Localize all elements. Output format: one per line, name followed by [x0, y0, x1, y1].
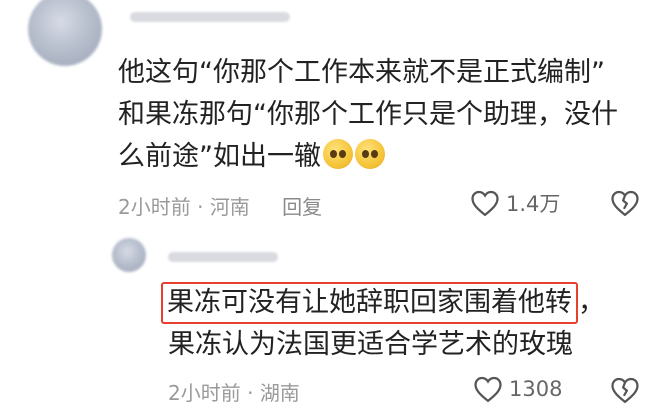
highlighted-text-box: 果冻可没有让她辞职回家围着他转: [161, 282, 578, 324]
reply-avatar[interactable]: [112, 238, 146, 272]
comment-line-tail: ，: [578, 287, 605, 318]
comment-meta: 2小时前 · 河南 回复: [118, 191, 322, 220]
pleading-face-emoji-icon: [323, 139, 353, 169]
heart-outline-icon: [474, 376, 502, 403]
pleading-face-emoji-icon: [355, 139, 385, 169]
reply-comment-text: 果冻可没有让她辞职回家围着他转， 果冻认为法国更适合学艺术的玫瑰: [161, 282, 605, 366]
meta-separator: ·: [190, 195, 210, 219]
like-count: 1308: [509, 377, 563, 401]
like-count: 1.4万: [506, 192, 561, 216]
comment-line: 他这句“你那个工作本来就不是正式编制”: [118, 57, 605, 88]
comment-time: 2小时前: [118, 195, 191, 219]
comment-location: 湖南: [259, 381, 300, 405]
comment-line: 么前途”如出一辙: [118, 136, 618, 178]
like-button[interactable]: 1308: [473, 375, 562, 403]
commenter-avatar[interactable]: [28, 0, 102, 66]
comment-meta: 2小时前 · 湖南: [168, 377, 300, 406]
comment-text: 他这句“你那个工作本来就不是正式编制” 和果冻那句“你那个工作只是个助理，没什 …: [118, 52, 618, 178]
broken-heart-icon[interactable]: [610, 376, 640, 404]
broken-heart-icon[interactable]: [610, 189, 640, 217]
comment-line-text: 么前途”如出一辙: [118, 141, 321, 172]
comment-time: 2小时前: [168, 381, 241, 405]
comment-line: 和果冻那句“你那个工作只是个助理，没什: [118, 99, 618, 130]
heart-outline-icon: [471, 190, 499, 217]
reply-button[interactable]: 回复: [282, 195, 322, 219]
like-button[interactable]: 1.4万: [470, 188, 560, 218]
meta-separator: ·: [240, 381, 260, 405]
comment-line: 果冻认为法国更适合学艺术的玫瑰: [168, 329, 573, 360]
reply-commenter-name-blurred[interactable]: [168, 252, 278, 262]
commenter-name-blurred[interactable]: [130, 12, 290, 22]
comment-location: 河南: [209, 195, 250, 219]
comment-line: 果冻可没有让她辞职回家围着他转，: [161, 282, 605, 324]
